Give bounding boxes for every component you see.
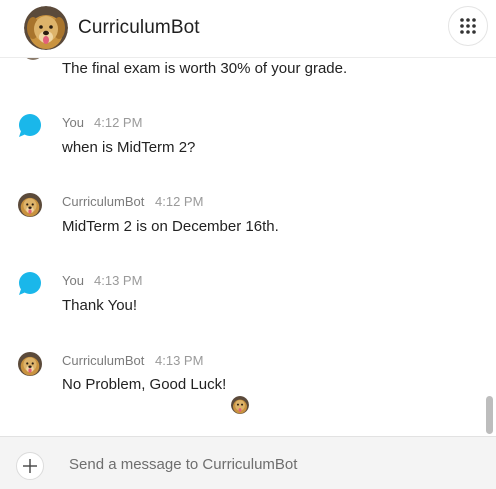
dog-avatar-icon [231, 396, 249, 414]
message-text: when is MidTerm 2? [62, 139, 196, 156]
message-sender: CurriculumBot [62, 194, 145, 209]
message-time: 4:12 PM [94, 115, 143, 130]
message-time: 4:13 PM [155, 353, 204, 368]
dog-avatar-icon [24, 6, 68, 50]
message-time: 4:12 PM [155, 194, 204, 209]
user-avatar [18, 114, 42, 138]
message-text: MidTerm 2 is on December 16th. [62, 218, 279, 235]
chat-window: CurriculumBot The final exam is worth 30… [0, 0, 496, 489]
bot-avatar [24, 6, 68, 50]
message-text: Thank You! [62, 297, 138, 314]
bot-message-avatar [18, 352, 42, 376]
message-composer [0, 436, 496, 489]
user-bubble-icon [19, 272, 41, 295]
dog-avatar-icon [18, 193, 42, 217]
dog-avatar-icon [18, 352, 42, 376]
message-text: The final exam is worth 30% of your grad… [62, 60, 348, 77]
user-bubble-icon [19, 114, 41, 137]
message-sender: You [62, 273, 84, 288]
message-input[interactable] [60, 447, 480, 481]
bot-message-avatar [18, 193, 42, 217]
read-receipt-avatar [231, 396, 249, 414]
plus-icon [23, 459, 37, 473]
user-avatar [18, 272, 42, 296]
message-text: No Problem, Good Luck! [62, 376, 227, 393]
chat-header: CurriculumBot [0, 0, 496, 58]
message-time: 4:13 PM [94, 273, 143, 288]
message-sender: You [62, 115, 84, 130]
message-sender: CurriculumBot [62, 353, 145, 368]
menu-button[interactable] [448, 6, 488, 46]
grid-menu-icon [460, 18, 476, 34]
bot-name-title: CurriculumBot [78, 17, 200, 38]
partial-avatar [22, 58, 44, 60]
scrollbar-thumb[interactable] [486, 396, 493, 434]
message-list[interactable]: The final exam is worth 30% of your grad… [0, 58, 496, 436]
add-attachment-button[interactable] [16, 452, 44, 480]
